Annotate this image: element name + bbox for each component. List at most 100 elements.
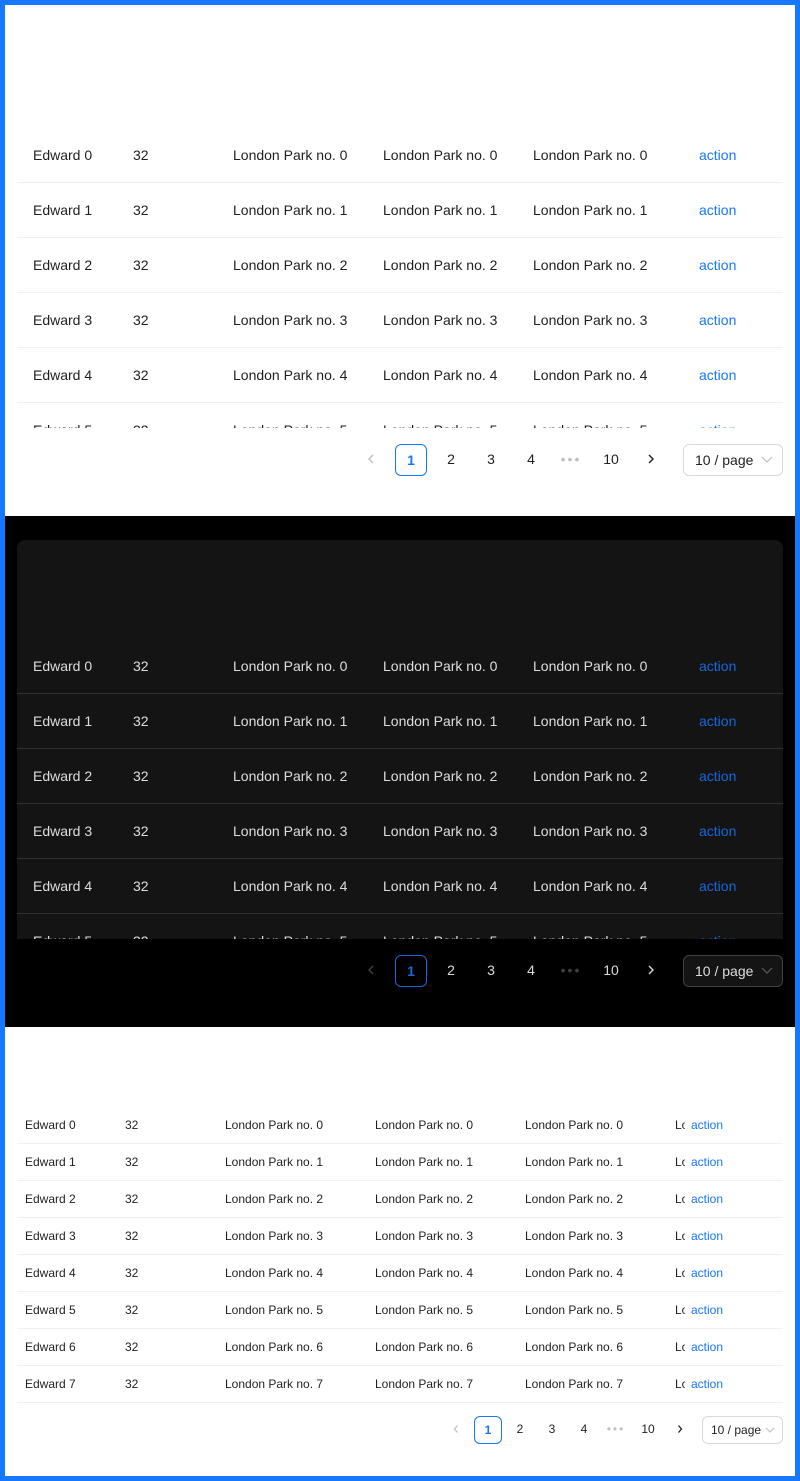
page-item[interactable]: 3 (538, 1416, 566, 1444)
prev-page-button[interactable] (355, 444, 387, 476)
action-link[interactable]: action (699, 293, 769, 348)
page-size-value: 10 / page (695, 963, 754, 979)
table-row: Edward 0 32 London Park no. 0 London Par… (17, 128, 783, 183)
cell-address: London Park no. 3 (233, 823, 348, 839)
chevron-left-icon (368, 454, 374, 464)
action-link[interactable]: action (699, 914, 769, 939)
table[interactable]: Edward 0 32 London Park no. 0 London Par… (17, 540, 783, 939)
cell-name: Edward 4 (33, 878, 93, 894)
page-item[interactable]: 2 (506, 1416, 534, 1444)
action-link[interactable]: action (699, 639, 769, 694)
cell-address: London Park no. 3 (525, 1229, 624, 1243)
cell-address: London Park no. 2 (533, 768, 648, 784)
table-body: Edward 0 32 London Park no. 0 London Par… (17, 639, 783, 939)
cell-address: London Park no. 3 (533, 312, 648, 328)
cell-name: Edward 7 (25, 1377, 76, 1391)
next-page-button[interactable] (635, 444, 667, 476)
cell-address: London Park no. 4 (225, 1266, 324, 1280)
pagination: 1 2 3 4 ••• 10 10 / page (5, 444, 795, 476)
action-link[interactable]: action (699, 749, 769, 804)
cell-address: London Park no. 2 (383, 768, 498, 784)
table-row: Edward 5 32 London Park no. 5 London Par… (17, 1292, 783, 1329)
cell-name: Edward 0 (33, 658, 93, 674)
cell-address: London Park no. 4 (525, 1266, 624, 1280)
prev-page-button[interactable] (442, 1416, 470, 1444)
prev-page-button[interactable] (355, 955, 387, 987)
action-link[interactable]: action (699, 238, 769, 293)
table-row: Edward 3 32 London Park no. 3 London Par… (17, 1218, 783, 1255)
cell-address: London Park no. 5 (533, 914, 683, 939)
action-link[interactable]: action (691, 1107, 751, 1144)
table-row: Edward 4 32 London Park no. 4 London Par… (17, 348, 783, 403)
page-item[interactable]: 1 (474, 1416, 502, 1444)
cell-age: 32 (125, 1377, 139, 1391)
cell-age: 32 (125, 1192, 139, 1206)
page-jump-ellipsis[interactable]: ••• (602, 1416, 630, 1444)
cell-address: London Park no. 7 (375, 1377, 474, 1391)
cell-name: Edward 5 (33, 914, 123, 939)
table-example-small: Edward 0 32 London Park no. 0 London Par… (5, 1027, 795, 1476)
cell-age: 32 (133, 312, 149, 328)
cell-age: 32 (133, 823, 149, 839)
page-item[interactable]: 3 (475, 444, 507, 476)
cell-address: London Park no. 2 (525, 1192, 624, 1206)
page-item[interactable]: 1 (395, 955, 427, 987)
page-jump-ellipsis[interactable]: ••• (555, 444, 587, 476)
page-size-select[interactable]: 10 / page (683, 444, 783, 476)
page-size-select[interactable]: 10 / page (683, 955, 783, 987)
next-page-button[interactable] (635, 955, 667, 987)
cell-address: London Park no. 0 (383, 147, 498, 163)
table-row: Edward 3 32 London Park no. 3 London Par… (17, 804, 783, 859)
page-item[interactable]: 2 (435, 955, 467, 987)
cell-age: 32 (133, 257, 149, 273)
chevron-down-icon (765, 1427, 775, 1433)
action-link[interactable]: action (691, 1255, 751, 1292)
cell-address: London Park no. 4 (533, 878, 648, 894)
pagination: 1 2 3 4 ••• 10 10 / page (5, 955, 795, 987)
page-item[interactable]: 10 (595, 955, 627, 987)
page-item[interactable]: 4 (570, 1416, 598, 1444)
action-link[interactable]: action (691, 1218, 751, 1255)
page-item[interactable]: 1 (395, 444, 427, 476)
cell-age: 32 (133, 914, 223, 939)
table-row: Edward 5 32 London Park no. 5 London Par… (17, 403, 783, 428)
chevron-right-icon (678, 1425, 683, 1433)
table-row: Edward 6 32 London Park no. 6 London Par… (17, 1329, 783, 1366)
action-link[interactable]: action (691, 1181, 751, 1218)
action-link[interactable]: action (691, 1292, 751, 1329)
cell-address: London Park no. 7 (525, 1377, 624, 1391)
cell-address: London Park no. 0 (233, 658, 348, 674)
page-item[interactable]: 4 (515, 444, 547, 476)
page-item[interactable]: 2 (435, 444, 467, 476)
action-link[interactable]: action (699, 183, 769, 238)
page-item[interactable]: 10 (634, 1416, 662, 1444)
action-link[interactable]: action (699, 694, 769, 749)
action-link[interactable]: action (699, 403, 769, 428)
page-item[interactable]: 3 (475, 955, 507, 987)
page-jump-ellipsis[interactable]: ••• (555, 955, 587, 987)
table-example-dark: Edward 0 32 London Park no. 0 London Par… (5, 516, 795, 1027)
cell-address: London Park no. 4 (233, 367, 348, 383)
cell-address: Lo (675, 1303, 685, 1317)
cell-age: 32 (133, 367, 149, 383)
cell-address: London Park no. 3 (375, 1229, 474, 1243)
table-row: Edward 1 32 London Park no. 1 London Par… (17, 183, 783, 238)
action-link[interactable]: action (691, 1329, 751, 1366)
table[interactable]: Edward 0 32 London Park no. 0 London Par… (17, 1027, 783, 1404)
cell-name: Edward 3 (33, 312, 93, 328)
page-size-select[interactable]: 10 / page (702, 1416, 783, 1444)
cell-name: Edward 3 (33, 823, 93, 839)
next-page-button[interactable] (666, 1416, 694, 1444)
cell-address: London Park no. 6 (525, 1340, 624, 1354)
page-item[interactable]: 4 (515, 955, 547, 987)
action-link[interactable]: action (699, 804, 769, 859)
action-link[interactable]: action (699, 128, 769, 183)
cell-age: 32 (125, 1266, 139, 1280)
action-link[interactable]: action (691, 1366, 751, 1403)
table[interactable]: Edward 0 32 London Park no. 0 London Par… (17, 5, 783, 428)
page-item[interactable]: 10 (595, 444, 627, 476)
cell-age: 32 (125, 1229, 139, 1243)
action-link[interactable]: action (699, 859, 769, 914)
action-link[interactable]: action (691, 1144, 751, 1181)
action-link[interactable]: action (699, 348, 769, 403)
